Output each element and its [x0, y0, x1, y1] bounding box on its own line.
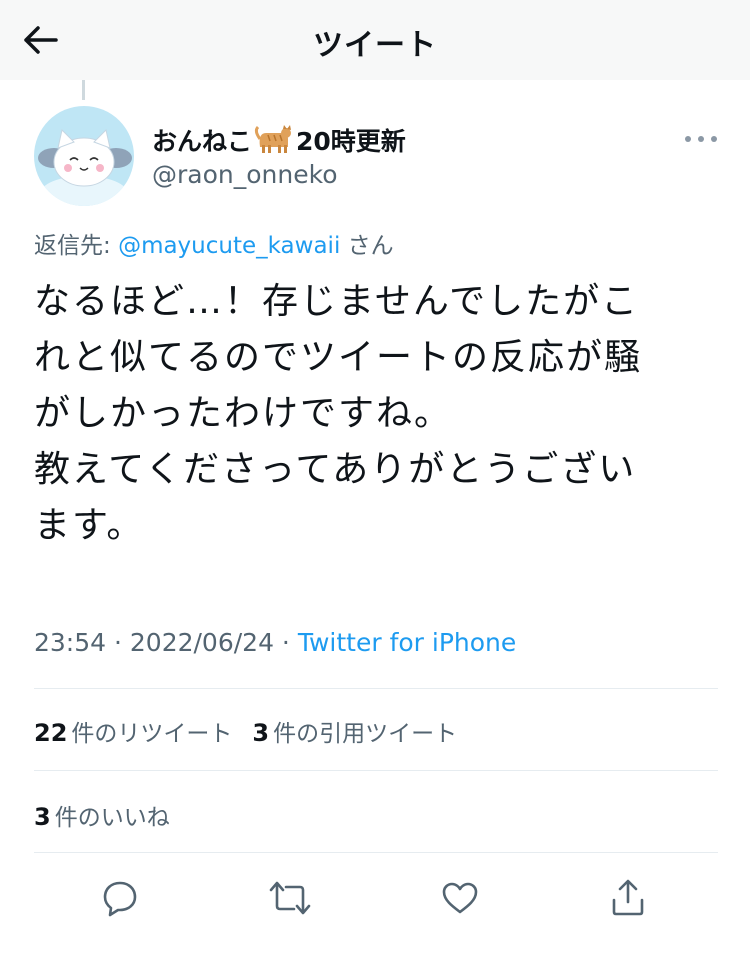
divider — [34, 852, 718, 853]
likes-count: 3 — [34, 803, 51, 831]
tweet-text: なるほど…！存じませんでしたがこ れと似てるのでツイートの反応が騒 がしかったわ… — [34, 281, 643, 546]
retweets-count: 22 — [34, 719, 68, 747]
cat-emoji-icon — [254, 125, 292, 153]
display-name-prefix: おんねこ — [152, 127, 253, 156]
retweet-button[interactable] — [266, 874, 314, 922]
quotes-label: 件の引用ツイート — [273, 721, 458, 747]
action-bar — [0, 860, 750, 934]
display-name-suffix: 20時更新 — [296, 127, 406, 156]
quotes-count: 3 — [252, 719, 270, 747]
reply-to-suffix: さん — [347, 233, 394, 259]
quotes-stat[interactable]: 3 件の引用ツイート — [252, 714, 457, 748]
share-icon — [612, 879, 644, 916]
meta-separator: · — [106, 628, 130, 657]
tweet-detail-page: ツイート おんねこ 20時更新 @raon_onneko 返信先: @mayuc… — [0, 0, 750, 954]
more-options-button[interactable] — [678, 124, 724, 154]
divider — [34, 688, 718, 689]
avatar-cat-image — [34, 106, 134, 206]
retweet-stats-row: 22 件のリツイート 3 件の引用ツイート — [34, 714, 457, 748]
meta-separator: · — [273, 628, 298, 657]
reply-to-label: 返信先: — [34, 233, 111, 259]
tweet-time: 23:54 — [34, 628, 107, 657]
avatar[interactable] — [34, 106, 134, 206]
likes-label: 件のいいね — [54, 805, 170, 831]
divider — [34, 770, 718, 771]
like-button[interactable] — [436, 874, 484, 922]
retweets-stat[interactable]: 22 件のリツイート — [34, 714, 232, 748]
tweet-meta: 23:54 · 2022/06/24 · Twitter for iPhone — [34, 628, 516, 657]
user-handle[interactable]: @raon_onneko — [152, 160, 338, 189]
like-icon — [442, 882, 478, 914]
top-bar: ツイート — [0, 0, 750, 80]
reply-button[interactable] — [96, 874, 144, 922]
reply-to-line: 返信先: @mayucute_kawaii さん — [34, 226, 394, 260]
like-stats-row: 3 件のいいね — [34, 798, 170, 832]
retweets-label: 件のリツイート — [71, 721, 233, 747]
thread-connector-line — [82, 80, 85, 100]
reply-icon — [103, 881, 137, 917]
reply-mention-link[interactable]: @mayucute_kawaii — [118, 233, 340, 259]
tweet-source-link[interactable]: Twitter for iPhone — [298, 628, 516, 657]
share-button[interactable] — [604, 874, 652, 922]
display-name[interactable]: おんねこ 20時更新 — [152, 122, 406, 158]
likes-stat[interactable]: 3 件のいいね — [34, 798, 170, 832]
page-title: ツイート — [313, 28, 437, 63]
more-icon — [685, 136, 717, 142]
retweet-icon — [269, 881, 311, 915]
tweet-date: 2022/06/24 — [129, 628, 274, 657]
